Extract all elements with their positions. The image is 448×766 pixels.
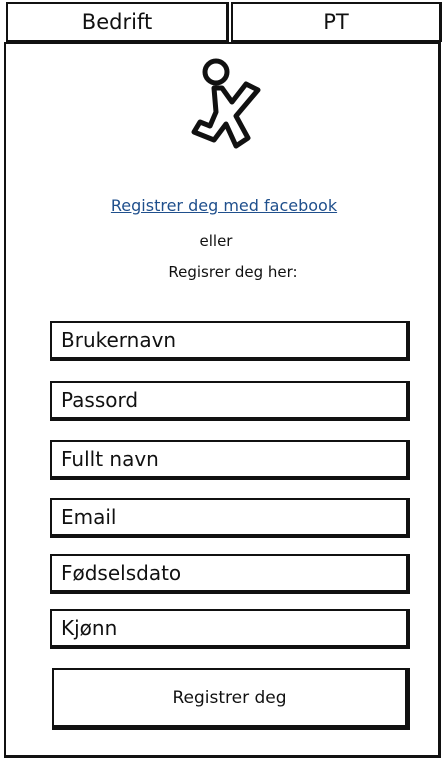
register-button-label: Registrer deg [172,687,287,708]
register-button[interactable]: Registrer deg [52,668,410,730]
birthdate-field[interactable]: Fødselsdato [50,554,410,594]
facebook-register-link[interactable]: Registrer deg med facebook [0,196,448,215]
or-text: eller [199,232,233,250]
tab-bedrift[interactable]: Bedrift [6,2,229,42]
email-field[interactable]: Email [50,498,410,538]
tab-pt-label: PT [323,10,349,34]
register-here-label: Regisrer deg her: [168,263,298,281]
full-name-field[interactable]: Fullt navn [50,440,410,480]
tab-pt[interactable]: PT [231,2,442,42]
gender-field[interactable]: Kjønn [50,609,410,649]
tab-bedrift-label: Bedrift [81,10,153,34]
password-field[interactable]: Passord [50,381,410,421]
running-stick-figure-icon [191,58,261,149]
username-field[interactable]: Brukernavn [50,321,410,361]
